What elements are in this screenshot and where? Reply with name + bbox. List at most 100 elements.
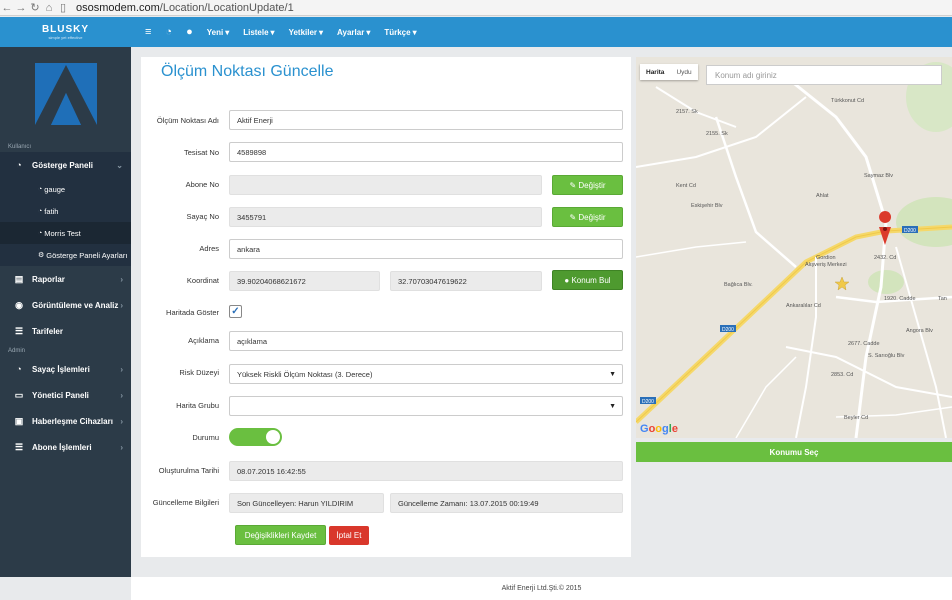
subscriber-field [229,175,542,195]
dashboard-icon: ◔ [16,160,22,170]
map-search-input[interactable]: Konum adı giriniz [706,65,942,85]
label-show-map: Haritada Göster [166,308,219,317]
map-label-1920-cadde: 1920. Cadde [884,296,916,302]
sidebar-item-dashboard[interactable]: ◔ Gösterge Paneli ⌄ [0,152,131,178]
map-label-gordion: Gordion [816,255,836,261]
laptop-icon: ▭ [14,389,24,400]
reload-icon[interactable]: ↻ [28,1,42,14]
sidebar-item-comm-devices[interactable]: ▣ Haberleşme Cihazları › [0,408,131,434]
sidebar-subitem-gauge[interactable]: ◔ gauge [0,178,131,200]
label-desc: Açıklama [188,336,219,345]
eye-icon: ◉ [15,299,23,310]
sidebar-subitem-dashboard-settings[interactable]: ⚙ Gösterge Paneli Ayarları [0,244,131,266]
save-button[interactable]: Değişiklikleri Kaydet [235,525,326,545]
cancel-button[interactable]: İptal Et [329,526,369,545]
chevron-down-icon: ⌄ [116,160,123,170]
brand-logo[interactable]: BLUSKY simple yet effective [0,17,131,47]
label-name: Ölçüm Noktası Adı [156,116,219,125]
tab-satellite[interactable]: Uydu [670,69,697,76]
created-field: 08.07.2015 16:42:55 [229,461,623,481]
sidebar-item-meter-ops[interactable]: ◔ Sayaç İşlemleri › [0,356,131,382]
latitude-field: 39.90204068621672 [229,271,380,291]
chevron-right-icon: › [120,300,123,310]
nav-settings[interactable]: Ayarlar ▾ [337,28,370,37]
home-icon[interactable]: ⌂ [42,2,56,14]
sidebar-item-tariffs[interactable]: ☰ Tarifeler [0,318,131,344]
map-label-saymaz: Saymaz Blv [864,173,893,179]
change-subscriber-button[interactable]: ✎ Değiştir [552,175,623,195]
map-label-beyler-cd: Beyler Cd [844,415,868,421]
find-location-button[interactable]: ● Konum Bul [552,270,623,290]
company-logo [0,47,131,140]
nav-language[interactable]: Türkçe ▾ [384,28,416,37]
update-time-field: Güncelleme Zamanı: 13.07.2015 00:19:49 [390,493,623,513]
device-icon: ▣ [14,415,24,426]
change-meter-button[interactable]: ✎ Değiştir [552,207,623,227]
map-label-eskisehir: Eskişehir Blv [691,203,723,209]
facility-field[interactable]: 4589898 [229,142,623,162]
caret-down-icon: ▼ [609,402,616,410]
description-field[interactable]: açıklama [229,331,623,351]
label-risk: Risk Düzeyi [179,368,219,377]
list-icon: ☰ [14,441,24,452]
map-label-tan: Tan [938,296,947,302]
sidebar-subitem-fatih[interactable]: ◔ fatih [0,200,131,222]
label-map-group: Harita Grubu [176,401,219,410]
dashboard-icon: ◔ [16,364,22,374]
page-icon: ▯ [59,2,67,14]
label-coord: Koordinat [186,276,219,285]
sidebar-subitem-morris-test[interactable]: ◔ Morris Test [0,222,131,244]
url-field[interactable]: ososmodem.com/Location/LocationUpdate/1 [76,2,294,14]
nav-list[interactable]: Listele ▾ [243,28,274,37]
gears-icon: ⚙ [38,252,45,259]
forward-icon[interactable]: → [14,2,28,14]
risk-select[interactable]: Yüksek Riskli Ölçüm Noktası (3. Derece) ▼ [229,364,623,384]
map-canvas[interactable]: D200 D200 D200 Gordion Alışveriş Merkezi… [636,57,952,438]
map-label-turkkonut: Türkkonut Cd [831,98,864,104]
menu-toggle-icon[interactable]: ≡ [145,26,151,38]
page-title: Ölçüm Noktası Güncelle [161,63,334,80]
form-panel: Ölçüm Noktası Güncelle Ölçüm Noktası Adı… [141,57,631,557]
sidebar-item-subscriber-ops[interactable]: ☰ Abone İşlemleri › [0,434,131,460]
chevron-right-icon: › [120,442,123,452]
label-address: Adres [199,244,219,253]
chevron-right-icon: › [120,274,123,284]
last-updater-field: Son Güncelleyen: Harun YILDIRIM [229,493,384,513]
back-icon[interactable]: ← [0,2,14,14]
map-label-d200-2: D200 [722,327,734,333]
section-user: Kullanıcı [8,144,32,150]
browser-bar: ← → ↻ ⌂ ▯ ososmodem.com/Location/Locatio… [0,0,952,16]
map-marker-icon: ● [564,275,572,285]
footer: Aktif Enerji Ltd.Şti.© 2015 [131,577,952,600]
map-group-select[interactable]: ▼ [229,396,623,416]
nav-permissions[interactable]: Yetkiler ▾ [289,28,323,37]
edit-icon: ✎ [569,180,579,190]
sidebar-item-admin-panel[interactable]: ▭ Yönetici Paneli › [0,382,131,408]
map-label-2157-sk: 2157. Sk [676,109,698,115]
label-created: Oluşturulma Tarihi [158,466,219,475]
sidebar-item-view-analysis[interactable]: ◉ Görüntüleme ve Analiz › [0,292,131,318]
status-toggle[interactable] [229,428,282,446]
sidebar-item-reports[interactable]: ▤ Raporlar › [0,266,131,292]
map-label-sarioglu: S. Sarıoğlu Blv [868,353,905,359]
chevron-right-icon: › [120,364,123,374]
dashboard-icon[interactable]: ◔ [165,26,172,38]
address-field[interactable]: ankara [229,239,623,259]
toggle-knob [266,430,280,444]
map-label-2853-cd: 2853. Cd [831,372,853,378]
show-map-checkbox[interactable]: ✓ [229,305,242,318]
label-update-info: Güncelleme Bilgileri [152,498,219,507]
sidebar: Kullanıcı ◔ Gösterge Paneli ⌄ ◔ gauge ◔ fati… [0,47,131,577]
map-view[interactable]: D200 D200 D200 Gordion Alışveriş Merkezi… [636,57,952,438]
label-status: Durumu [192,433,219,442]
longitude-field: 32.70703047619622 [390,271,542,291]
chevron-right-icon: › [120,390,123,400]
name-field[interactable]: Aktif Enerji [229,110,623,130]
top-navbar: BLUSKY simple yet effective ≡ ◔ ● Yeni ▾ … [0,17,952,47]
map-label-2155-sk: 2155. Sk [706,131,728,137]
globe-icon[interactable]: ● [186,26,193,38]
select-location-button[interactable]: Konumu Seç [636,442,952,462]
tab-map[interactable]: Harita [640,69,670,76]
map-label-baglica: Bağlıca Blv. [724,282,753,288]
nav-new[interactable]: Yeni ▾ [207,28,229,37]
